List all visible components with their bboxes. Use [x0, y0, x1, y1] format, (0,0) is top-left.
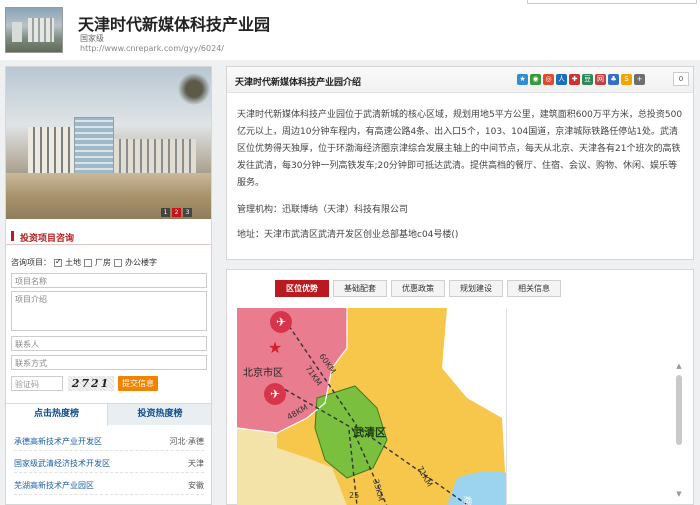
tab-location[interactable]: 区位优势	[275, 280, 329, 297]
photo-page-1[interactable]: 1	[161, 208, 170, 217]
option-office-label: 办公楼字	[125, 258, 157, 267]
project-name-input[interactable]: 项目名称	[11, 273, 207, 288]
submit-button[interactable]: 提交信息	[118, 376, 158, 391]
building-shape	[114, 139, 196, 173]
intro-description: 天津时代新媒体科技产业园位于武清新城的核心区域，规划用地5平方公里，建筑面积60…	[237, 110, 683, 188]
park-photo[interactable]: 1 2 3	[6, 67, 211, 219]
ranking-region: 安徽	[188, 481, 204, 490]
top-search-box[interactable]	[527, 0, 697, 4]
svg-text:✈: ✈	[276, 315, 286, 329]
tab-related-info[interactable]: 相关信息	[507, 280, 561, 297]
share-count: 0	[673, 72, 689, 86]
tab-click-ranking[interactable]: 点击热度榜	[6, 404, 108, 426]
beijing-label: 北京市区	[243, 366, 283, 379]
douban-icon[interactable]: 豆	[582, 74, 593, 85]
sohu-icon[interactable]: S	[621, 74, 632, 85]
phone-input[interactable]: 联系方式	[11, 355, 207, 370]
ranking-park-name[interactable]: 芜湖高新技术产业园区	[14, 480, 94, 491]
captcha-input[interactable]: 验证码	[11, 376, 63, 391]
left-sidebar: 1 2 3 投资项目咨询 咨询项目： 土地 厂房 办公楼字 项目名称 项目介绍 …	[5, 66, 212, 505]
share-toolbar: ★ ◉ ◎ 人 ✚ 豆 网 ♣ S +	[517, 74, 645, 85]
qzone-icon[interactable]: ★	[517, 74, 528, 85]
ranking-region: 天津	[188, 459, 204, 468]
tab-infrastructure[interactable]: 基础配套	[333, 280, 387, 297]
project-intro-textarea[interactable]: 项目介绍	[11, 291, 207, 331]
option-factory-label: 厂房	[95, 258, 111, 267]
ranking-row[interactable]: 国家级武清经济技术开发区 天津	[14, 455, 204, 473]
park-title: 天津时代新媒体科技产业园	[78, 15, 271, 34]
baidu-icon[interactable]: ♣	[608, 74, 619, 85]
detail-panel: 区位优势 基础配套 优惠政策 规划建设 相关信息 ✈ ✈ ★ 北京市区 武清区 …	[226, 269, 694, 505]
tab-policy[interactable]: 优惠政策	[391, 280, 445, 297]
scroll-down-icon[interactable]: ▼	[675, 490, 683, 498]
svg-text:✈: ✈	[270, 387, 280, 401]
tab-planning[interactable]: 规划建设	[449, 280, 503, 297]
distance-label: 25	[349, 491, 359, 500]
inquiry-type-label: 咨询项目：	[11, 258, 51, 267]
renren-icon[interactable]: 人	[556, 74, 567, 85]
kaixin-icon[interactable]: ✚	[569, 74, 580, 85]
page-header: 天津时代新媒体科技产业园 国家级 http://www.cnrepark.com…	[0, 0, 700, 60]
netease-icon[interactable]: 网	[595, 74, 606, 85]
inquiry-type-group: 咨询项目： 土地 厂房 办公楼字	[11, 257, 157, 268]
tower-shape	[74, 117, 114, 175]
photo-pager: 1 2 3	[161, 208, 192, 217]
ranking-region: 河北·承德	[169, 437, 204, 446]
capital-star-icon: ★	[268, 338, 282, 357]
photo-page-2[interactable]: 2	[172, 208, 181, 217]
ranking-park-name[interactable]: 承德高新技术产业开发区	[14, 436, 102, 447]
location-map[interactable]: ✈ ✈ ★ 北京市区 武清区 60KM 71KM 48KM 71KM 35KM …	[237, 308, 507, 505]
intro-header: 天津时代新媒体科技产业园介绍 ★ ◉ ◎ 人 ✚ 豆 网 ♣ S + 0	[227, 67, 693, 93]
detail-tabs: 区位优势 基础配套 优惠政策 规划建设 相关信息	[275, 280, 561, 297]
inquiry-header: 投资项目咨询	[6, 227, 211, 245]
park-logo	[5, 7, 63, 53]
wuqing-label: 武清区	[353, 425, 386, 439]
tree-shape	[176, 69, 211, 109]
park-level: 国家级	[80, 34, 104, 43]
page-scrollbar[interactable]	[676, 375, 682, 445]
ranking-row[interactable]: 芜湖高新技术产业园区 安徽	[14, 477, 204, 495]
intro-title: 天津时代新媒体科技产业园介绍	[235, 78, 362, 88]
option-land-label: 土地	[65, 258, 81, 267]
park-url[interactable]: http://www.cnrepark.com/gyy/6024/	[80, 44, 224, 53]
map-svg: ✈ ✈ ★ 北京市区 武清区 60KM 71KM 48KM 71KM 35KM …	[237, 308, 506, 505]
sea-label: 渤	[463, 495, 472, 505]
intro-panel: 天津时代新媒体科技产业园介绍 ★ ◉ ◎ 人 ✚ 豆 网 ♣ S + 0 天津时…	[226, 66, 694, 260]
weibo-icon[interactable]: ◉	[530, 74, 541, 85]
checkbox-factory[interactable]	[84, 258, 92, 267]
tab-invest-ranking[interactable]: 投资热度榜	[109, 404, 211, 426]
management-org: 管理机构：迅联博纳（天津）科技有限公司	[237, 205, 409, 215]
ranking-park-name[interactable]: 国家级武清经济技术开发区	[14, 458, 110, 469]
section-marker	[11, 231, 14, 241]
contact-input[interactable]: 联系人	[11, 336, 207, 351]
checkbox-land[interactable]	[54, 257, 62, 267]
captcha-image[interactable]: 2721	[68, 376, 114, 391]
checkbox-office[interactable]	[114, 258, 122, 267]
more-icon[interactable]: +	[634, 74, 645, 85]
photo-page-3[interactable]: 3	[183, 208, 192, 217]
ranking-row[interactable]: 承德高新技术产业开发区 河北·承德	[14, 433, 204, 451]
inquiry-title: 投资项目咨询	[20, 234, 75, 244]
park-address: 地址：天津市武清区武清开发区创业总部基地c04号楼()	[237, 230, 459, 240]
ranking-tabs: 点击热度榜 投资热度榜	[6, 403, 211, 426]
tqq-icon[interactable]: ◎	[543, 74, 554, 85]
scroll-up-icon[interactable]: ▲	[675, 362, 683, 370]
